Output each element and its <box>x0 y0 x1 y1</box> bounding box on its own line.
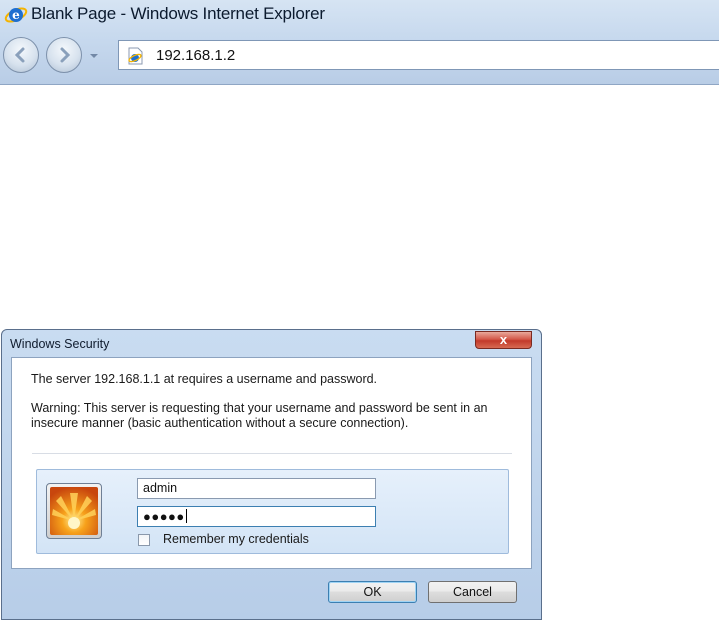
close-icon: x <box>499 332 508 347</box>
ie-logo-icon: e <box>4 7 28 23</box>
browser-chrome: e Blank Page - Windows Internet Explorer… <box>0 0 719 85</box>
password-field[interactable]: ●●●●● <box>137 506 376 527</box>
text-cursor <box>185 509 187 523</box>
address-text: 192.168.1.2 <box>156 47 236 64</box>
dialog-title: Windows Security <box>10 337 110 351</box>
title-bar: e Blank Page - Windows Internet Explorer <box>0 0 719 30</box>
security-warning: Warning: This server is requesting that … <box>31 401 488 430</box>
username-field[interactable]: admin <box>137 478 376 499</box>
navigation-bar: 192.168.1.2 <box>0 34 719 78</box>
window-title: Blank Page - Windows Internet Explorer <box>31 4 325 23</box>
user-picture <box>46 483 102 539</box>
password-mask: ●●●●● <box>143 509 185 524</box>
dialog-body: The server 192.168.1.1 at requires a use… <box>11 357 532 569</box>
page-icon <box>128 47 143 65</box>
remember-checkbox[interactable] <box>138 534 150 546</box>
cancel-button[interactable]: Cancel <box>428 581 517 603</box>
remember-label[interactable]: Remember my credentials <box>163 532 309 546</box>
chevron-down-icon[interactable] <box>88 51 100 61</box>
close-button[interactable]: x <box>475 331 532 349</box>
forward-button[interactable] <box>46 37 82 73</box>
user-picture-icon <box>50 487 98 535</box>
svg-text:e: e <box>12 8 20 22</box>
server-message: The server 192.168.1.1 at requires a use… <box>31 372 378 386</box>
windows-security-dialog: Windows Security x The server 192.168.1.… <box>1 329 542 620</box>
divider <box>32 453 512 454</box>
address-bar[interactable]: 192.168.1.2 <box>118 40 719 70</box>
back-arrow-icon <box>14 47 25 63</box>
ok-button[interactable]: OK <box>328 581 417 603</box>
credential-tile: admin ●●●●● Remember my credentials <box>36 469 509 554</box>
forward-arrow-icon <box>60 47 71 63</box>
back-button[interactable] <box>3 37 39 73</box>
